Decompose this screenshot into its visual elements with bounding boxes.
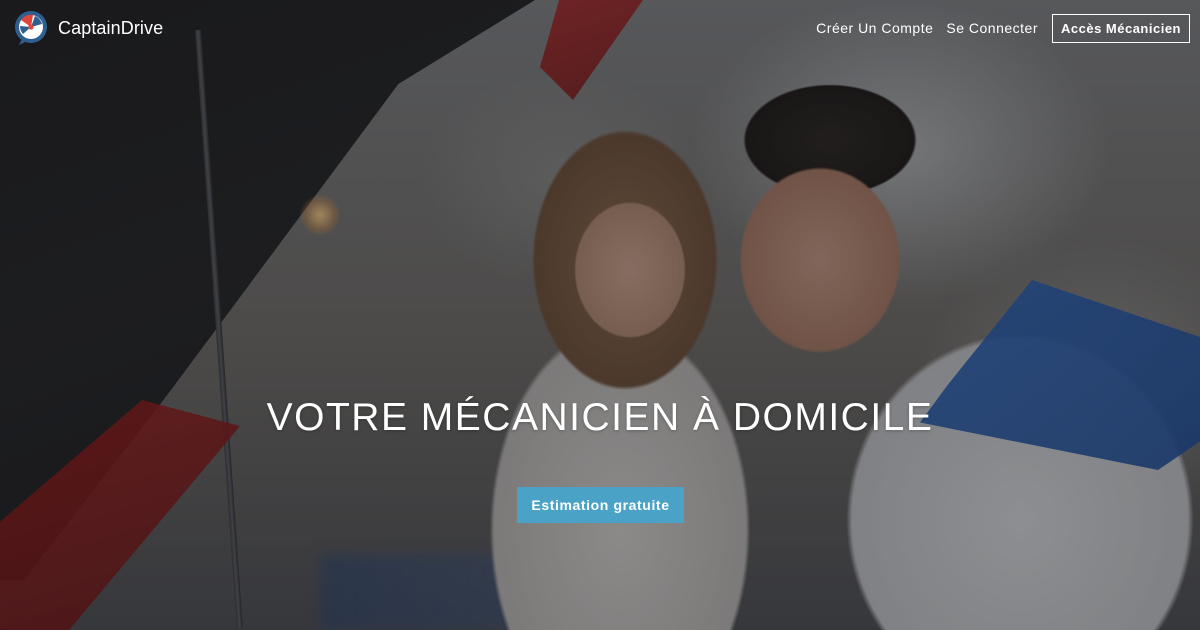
brand-name: CaptainDrive: [58, 17, 164, 38]
login-link[interactable]: Se Connecter: [946, 20, 1038, 36]
top-navbar: CaptainDrive Créer Un Compte Se Connecte…: [0, 0, 1200, 56]
captaindrive-logo-icon: [15, 11, 47, 45]
hero-section: CaptainDrive Créer Un Compte Se Connecte…: [0, 0, 1200, 630]
brand-home-link[interactable]: CaptainDrive: [13, 10, 163, 46]
hero-title: VOTRE MÉCANICIEN À DOMICILE: [266, 396, 934, 439]
create-account-link[interactable]: Créer Un Compte: [816, 20, 933, 36]
mechanic-access-button[interactable]: Accès Mécanicien: [1051, 13, 1190, 43]
nav-links: Créer Un Compte Se Connecter Accès Mécan…: [816, 13, 1190, 43]
free-estimate-button[interactable]: Estimation gratuite: [517, 487, 684, 523]
hero-dark-overlay: [0, 0, 1200, 630]
